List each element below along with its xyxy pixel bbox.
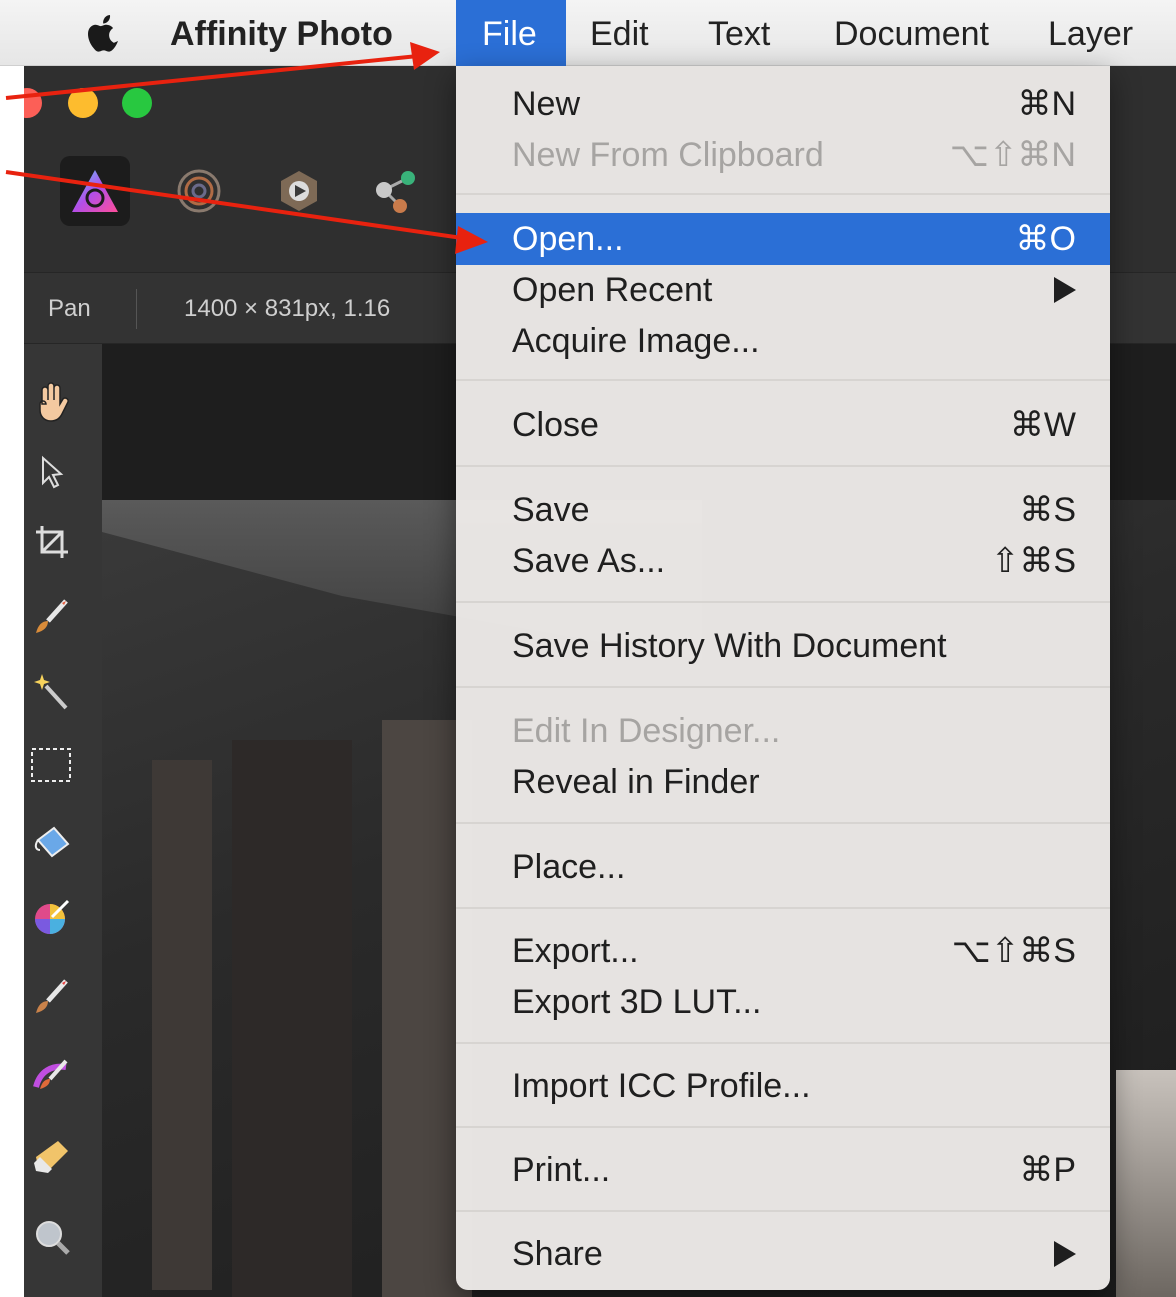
menu-item-export-3d-lut[interactable]: Export 3D LUT... xyxy=(456,976,1110,1028)
apple-logo-icon[interactable] xyxy=(84,12,124,54)
flood-fill-icon[interactable] xyxy=(24,814,80,870)
menu-item-reveal-in-finder[interactable]: Reveal in Finder xyxy=(456,756,1110,808)
shortcut-label: ⇧⌘S xyxy=(990,542,1076,580)
shortcut-label: ⌥⇧⌘N xyxy=(949,136,1076,174)
submenu-arrow-icon xyxy=(1054,1241,1076,1267)
marquee-selection-icon[interactable] xyxy=(24,739,80,795)
crop-tool-icon[interactable] xyxy=(24,514,80,570)
photo-persona-icon[interactable] xyxy=(60,156,130,226)
export-persona-icon[interactable] xyxy=(360,156,430,226)
minimize-window-button[interactable] xyxy=(68,88,98,118)
menu-document[interactable]: Document xyxy=(834,0,989,66)
menu-edit[interactable]: Edit xyxy=(590,0,649,66)
submenu-arrow-icon xyxy=(1054,277,1076,303)
menu-separator xyxy=(456,379,1110,381)
color-picker-icon[interactable] xyxy=(24,889,80,945)
zoom-tool-icon[interactable] xyxy=(24,1209,80,1265)
menu-item-save-as[interactable]: Save As... ⇧⌘S xyxy=(456,535,1110,587)
menu-separator xyxy=(456,822,1110,824)
file-menu-dropdown: New ⌘N New From Clipboard ⌥⇧⌘N Open... ⌘… xyxy=(456,66,1110,1290)
liquify-persona-icon[interactable] xyxy=(164,156,234,226)
menu-item-share[interactable]: Share xyxy=(456,1228,1110,1280)
menu-item-new[interactable]: New ⌘N xyxy=(456,78,1110,130)
menu-item-import-icc-profile[interactable]: Import ICC Profile... xyxy=(456,1060,1110,1112)
menu-item-save[interactable]: Save ⌘S xyxy=(456,484,1110,536)
eraser-icon[interactable] xyxy=(24,1129,80,1185)
shortcut-label: ⌘P xyxy=(1019,1151,1076,1189)
shortcut-label: ⌘O xyxy=(1015,220,1076,258)
current-tool-label: Pan xyxy=(48,295,91,322)
shortcut-label: ⌥⇧⌘S xyxy=(951,932,1076,970)
menu-item-new-from-clipboard: New From Clipboard ⌥⇧⌘N xyxy=(456,129,1110,181)
toolbar-divider xyxy=(136,289,137,329)
menu-item-close[interactable]: Close ⌘W xyxy=(456,399,1110,451)
brush-tool-icon[interactable] xyxy=(24,969,80,1025)
menu-item-place[interactable]: Place... xyxy=(456,841,1110,893)
menu-file[interactable]: File xyxy=(456,0,566,66)
menu-separator xyxy=(456,1042,1110,1044)
menu-item-edit-in-designer: Edit In Designer... xyxy=(512,712,781,750)
close-window-button[interactable] xyxy=(24,88,42,118)
image-wall-panel xyxy=(232,740,352,1297)
menu-item-open-recent[interactable]: Open Recent xyxy=(456,264,1110,316)
image-wall-panel xyxy=(152,760,212,1290)
menu-item-open[interactable]: Open... ⌘O xyxy=(456,213,1110,265)
paint-brush-icon[interactable] xyxy=(24,589,80,645)
selection-brush-icon[interactable] xyxy=(24,1049,80,1105)
menu-layer[interactable]: Layer xyxy=(1048,0,1133,66)
image-person-region xyxy=(1116,1070,1176,1297)
develop-persona-icon[interactable] xyxy=(264,156,334,226)
shortcut-label: ⌘W xyxy=(1009,406,1076,444)
menu-separator xyxy=(456,686,1110,688)
menu-separator xyxy=(456,465,1110,467)
menu-item-acquire-image[interactable]: Acquire Image... xyxy=(456,315,1110,367)
menu-separator xyxy=(456,907,1110,909)
shortcut-label: ⌘S xyxy=(1019,491,1076,529)
menu-bar: Affinity Photo File Edit Text Document L… xyxy=(0,0,1176,66)
document-info: 1400 × 831px, 1.16 xyxy=(184,295,391,322)
move-tool-icon[interactable] xyxy=(24,444,80,500)
menu-item-print[interactable]: Print... ⌘P xyxy=(456,1144,1110,1196)
menu-text[interactable]: Text xyxy=(708,0,770,66)
menu-separator xyxy=(456,1126,1110,1128)
menu-item-export[interactable]: Export... ⌥⇧⌘S xyxy=(456,925,1110,977)
menu-separator xyxy=(456,601,1110,603)
zoom-window-button[interactable] xyxy=(122,88,152,118)
hand-tool-icon[interactable] xyxy=(24,374,80,430)
menu-item-save-history[interactable]: Save History With Document xyxy=(456,620,1110,672)
app-name-menu[interactable]: Affinity Photo xyxy=(170,0,393,66)
magic-wand-icon[interactable] xyxy=(24,664,80,720)
shortcut-label: ⌘N xyxy=(1017,85,1076,123)
tools-panel xyxy=(24,344,102,1297)
menu-separator xyxy=(456,193,1110,195)
menu-separator xyxy=(456,1210,1110,1212)
